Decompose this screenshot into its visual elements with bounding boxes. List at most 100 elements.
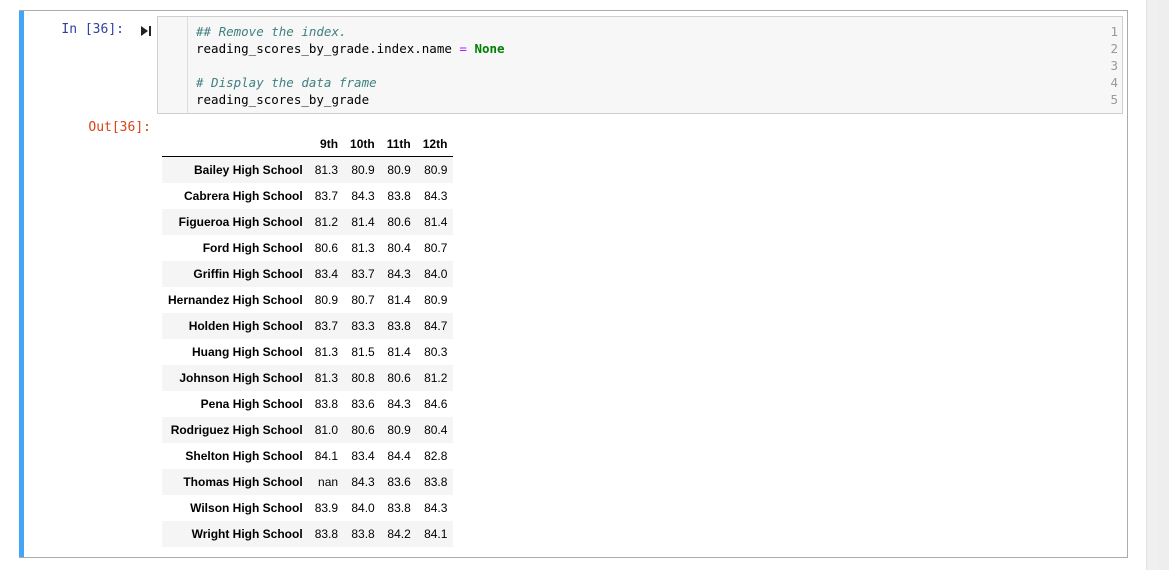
table-row: Holden High School 83.7 83.3 83.8 84.7 [162,313,454,339]
code-token: None [474,41,505,56]
line-number: 4 [1110,75,1118,90]
table-cell: 80.6 [387,215,411,229]
line-number: 2 [1110,41,1118,56]
table-row: Wright High School 83.8 83.8 84.2 84.1 [162,521,454,547]
line-number: 5 [1110,92,1118,107]
row-index-label: Holden High School [188,319,303,333]
table-cell: 80.8 [351,371,375,385]
table-cell: 80.9 [424,163,448,177]
notebook-page: In [36]: 1 ## Remove the index. 2 reading_s… [0,0,1158,570]
table-cell: 84.3 [351,189,375,203]
table-cell: 83.4 [351,449,375,463]
table-row: Ford High School 80.6 81.3 80.4 80.7 [162,235,453,261]
table-row: Shelton High School 84.1 83.4 84.4 82.8 [162,443,453,469]
table-cell: 81.3 [351,241,375,255]
table-cell: 80.6 [387,371,411,385]
table-cell: 84.1 [424,527,448,541]
table-row: Thomas High School nan 84.3 83.6 83.8 [162,469,454,495]
column-header: 11th [380,132,417,157]
run-cell-icon[interactable] [140,25,152,37]
table-cell: 84.7 [424,319,448,333]
line-number: 1 [1110,24,1118,39]
table-cell: 83.3 [351,319,375,333]
table-cell: 81.4 [387,345,411,359]
line-number: 3 [1110,58,1118,73]
table-cell: 83.8 [387,189,411,203]
row-index-label: Figueroa High School [178,215,303,229]
table-cell: 83.6 [387,475,411,489]
code-token: reading_scores_by_grade.index.name [196,41,460,56]
table-cell: 83.8 [314,527,339,541]
row-index-label: Johnson High School [179,371,303,385]
table-cell: 80.4 [387,241,411,255]
table-cell: 84.2 [387,527,411,541]
table-row: Huang High School 81.3 81.5 81.4 80.3 [162,339,453,365]
table-cell: 82.8 [424,449,448,463]
table-cell: 81.2 [314,215,339,229]
table-cell: 84.3 [387,397,411,411]
row-index-label: Pena High School [200,397,303,411]
table-cell: 80.3 [424,345,448,359]
table-cell: 83.9 [314,501,339,515]
dataframe-table: 9th 10th 11th 12th Bailey High School 81.… [162,132,454,547]
table-cell: 84.3 [424,501,448,515]
table-row: Hernandez High School 80.9 80.7 81.4 80.9 [162,287,453,313]
table-cell: 80.9 [387,423,411,437]
output-prompt: Out[36]: [88,120,151,135]
table-cell: 83.8 [424,475,448,489]
table-cell: 83.8 [387,319,411,333]
table-row: Griffin High School 83.4 83.7 84.3 84.0 [162,261,454,287]
table-cell: 84.0 [351,501,375,515]
table-cell: 84.4 [387,449,411,463]
code-line[interactable]: ## Remove the index. [196,23,347,40]
table-cell: 80.7 [351,293,375,307]
table-row: Cabrera High School 83.7 84.3 83.8 84.3 [162,183,453,209]
line-number-gutter [158,17,188,113]
code-editor[interactable]: 1 ## Remove the index. 2 reading_scores_by_… [157,16,1123,114]
row-index-label: Hernandez High School [168,293,303,307]
code-token: reading_scores_by_grade [196,92,370,107]
table-cell: 80.9 [314,293,339,307]
table-header-row: 9th 10th 11th 12th [162,132,454,157]
table-cell: 84.3 [424,189,448,203]
row-index-label: Huang High School [192,345,303,359]
table-cell: 83.4 [314,267,339,281]
input-prompt: In [36]: [61,22,124,37]
table-cell: 81.4 [351,215,375,229]
code-token: # Display the data frame [196,75,377,90]
table-cell: 81.2 [424,371,448,385]
table-cell: 80.7 [424,241,448,255]
table-cell: 80.6 [314,241,339,255]
code-token: = [459,41,467,56]
table-cell: 83.6 [351,397,375,411]
code-token: ## Remove the index. [196,24,347,39]
row-index-label: Thomas High School [183,475,303,489]
row-index-label: Bailey High School [194,163,303,177]
vertical-scrollbar[interactable] [1146,0,1158,570]
row-index-label: Cabrera High School [184,189,303,203]
table-cell: 83.8 [387,501,411,515]
column-header: 9th [308,132,345,157]
row-index-label: Rodriguez High School [170,423,303,437]
table-cell: 81.3 [314,345,339,359]
table-cell: 81.5 [351,345,375,359]
row-index-label: Wilson High School [190,501,303,515]
code-line[interactable]: reading_scores_by_grade.index.name = Non… [196,40,505,57]
table-row: Pena High School 83.8 83.6 84.3 84.6 [162,391,453,417]
row-index-label: Ford High School [202,241,303,255]
table-cell: 84.1 [314,449,339,463]
column-header: 10th [344,132,381,157]
table-row: Johnson High School 81.3 80.8 80.6 81.2 [162,365,454,391]
table-cell: 83.7 [351,267,375,281]
table-cell: 83.7 [314,319,339,333]
code-line[interactable]: reading_scores_by_grade [196,91,369,108]
table-row: Figueroa High School 81.2 81.4 80.6 81.4 [162,209,454,235]
table-cell: 81.4 [424,215,448,229]
table-cell: 84.6 [424,397,448,411]
code-line[interactable]: # Display the data frame [196,74,377,91]
table-row: Rodriguez High School 81.0 80.6 80.9 80.4 [162,417,454,443]
row-index-label: Wright High School [191,527,303,541]
table-cell: 80.9 [387,163,411,177]
table-cell: 80.6 [351,423,375,437]
table-row: Bailey High School 81.3 80.9 80.9 80.9 [162,156,454,183]
